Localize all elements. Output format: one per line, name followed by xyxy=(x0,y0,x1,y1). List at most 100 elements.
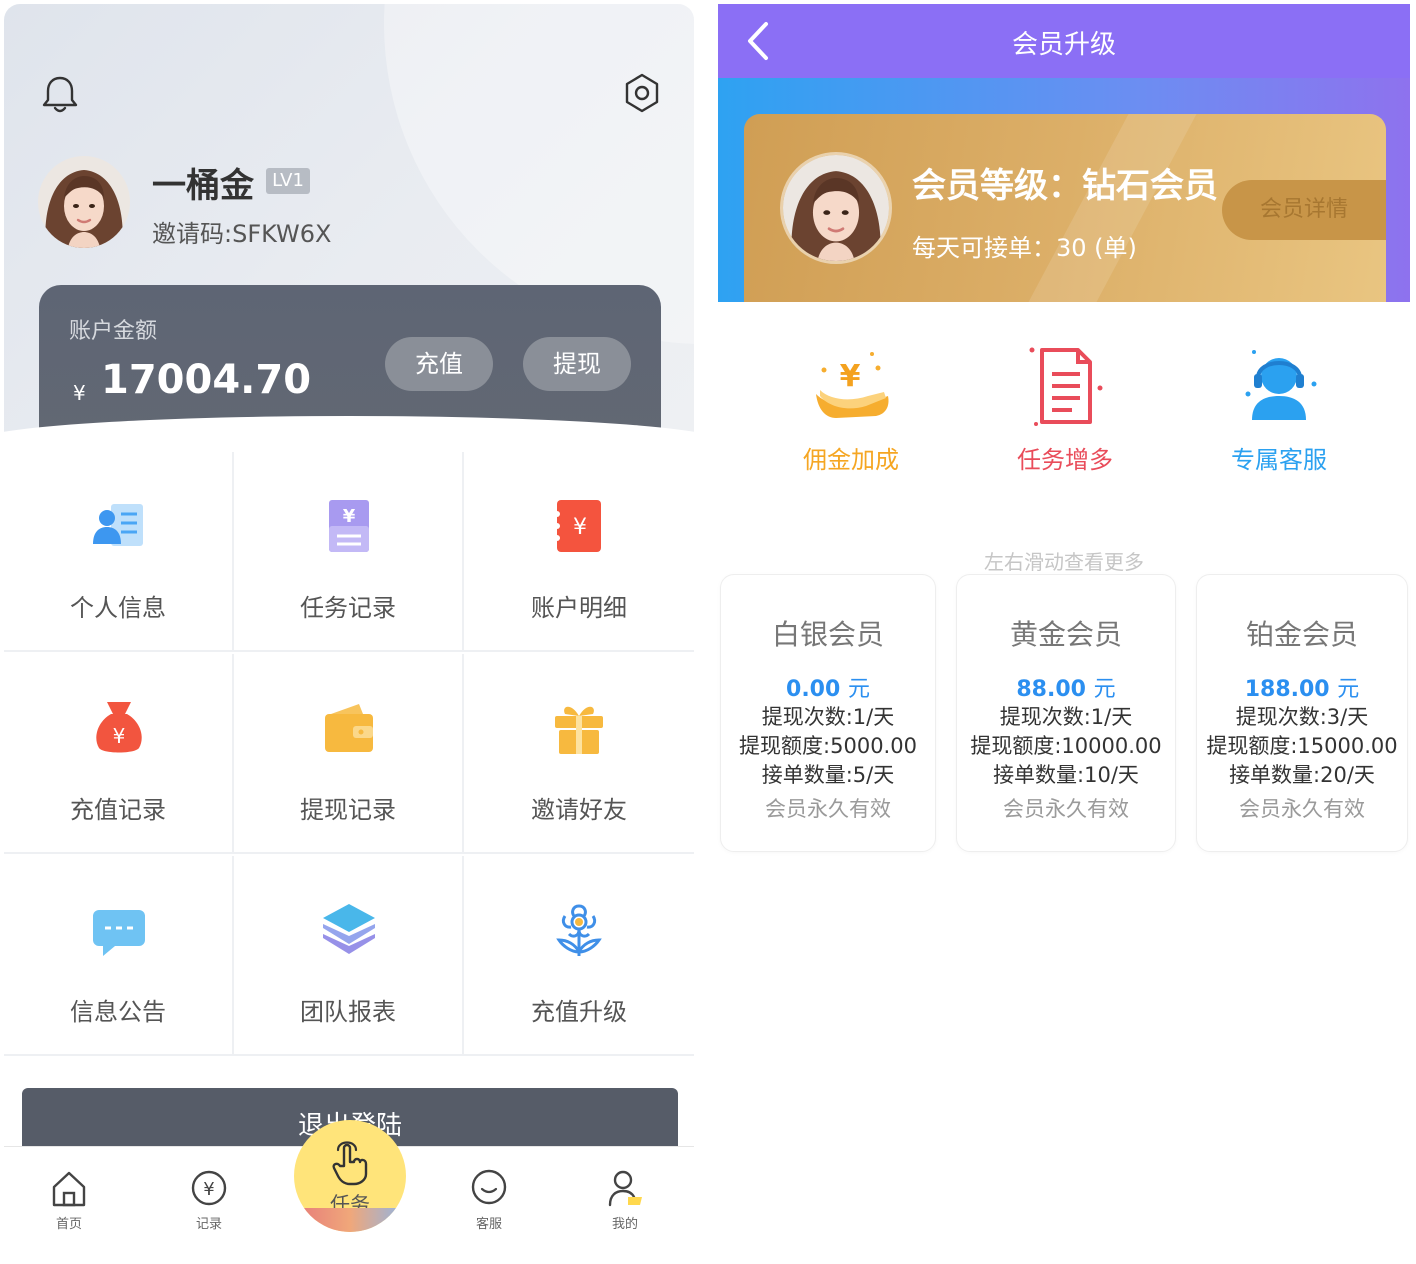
svg-text:¥: ¥ xyxy=(113,724,126,748)
plan-withdraw-limit: 提现额度:10000.00 xyxy=(970,734,1162,758)
vip-daily-orders: 每天可接单：30 (单) xyxy=(912,234,1137,262)
menu-item-recharge-upgrade[interactable]: 充值升级 xyxy=(464,856,694,1056)
level-badge: LV1 xyxy=(266,168,310,194)
svg-text:¥: ¥ xyxy=(203,1179,214,1200)
menu-item-recharge-record[interactable]: ¥ 充值记录 xyxy=(4,654,234,854)
plan-card-gold[interactable]: 黄金会员 88.00 元 提现次数:1/天 提现额度:10000.00 接单数量… xyxy=(956,574,1176,852)
layers-icon xyxy=(323,904,375,954)
headset-icon xyxy=(1245,350,1317,420)
nav-bar: 会员升级 xyxy=(718,4,1410,78)
page-title: 会员升级 xyxy=(1011,30,1116,60)
svg-text:¥: ¥ xyxy=(573,515,587,540)
avatar xyxy=(780,152,892,264)
document-icon xyxy=(1029,347,1103,426)
tab-task[interactable]: 任务 xyxy=(294,1120,406,1232)
plan-withdraw-times: 提现次数:1/天 xyxy=(999,705,1133,729)
task-record-icon: ¥ xyxy=(329,500,369,552)
plan-validity: 会员永久有效 xyxy=(765,797,891,821)
menu-label: 充值升级 xyxy=(531,998,627,1026)
menu-item-announcements[interactable]: 信息公告 xyxy=(4,856,234,1056)
gift-icon xyxy=(555,706,603,754)
bell-icon[interactable] xyxy=(40,74,80,116)
vip-card: 会员等级：钻石会员 每天可接单：30 (单) 会员详情 xyxy=(744,114,1386,302)
withdraw-button[interactable]: 提现 xyxy=(523,337,631,391)
plan-order-count: 接单数量:10/天 xyxy=(993,763,1139,787)
plan-validity: 会员永久有效 xyxy=(1239,797,1365,821)
menu-label: 邀请好友 xyxy=(531,796,627,824)
plan-order-count: 接单数量:20/天 xyxy=(1229,763,1375,787)
svg-text:¥: ¥ xyxy=(343,506,356,527)
avatar[interactable] xyxy=(38,156,130,248)
balance-amount: 17004.70 xyxy=(101,357,312,403)
invite-code: 邀请码:SFKW6X xyxy=(152,220,332,248)
tab-mine[interactable]: 我的 xyxy=(590,1167,660,1232)
home-icon xyxy=(52,1171,86,1207)
tab-records[interactable]: ¥ 记录 xyxy=(174,1167,244,1232)
benefit-label: 任务增多 xyxy=(1017,446,1113,474)
swipe-hint: 左右滑动查看更多 xyxy=(984,550,1144,574)
commission-icon: ¥ xyxy=(816,352,889,418)
plan-name: 黄金会员 xyxy=(1009,618,1122,651)
plan-price: 0.00 元 xyxy=(786,677,870,702)
benefit-commission: ¥ 佣金加成 xyxy=(766,344,936,475)
plan-card-platinum[interactable]: 铂金会员 188.00 元 提现次数:3/天 提现额度:15000.00 接单数… xyxy=(1196,574,1408,852)
currency-symbol: ¥ xyxy=(73,381,86,405)
menu-item-team-report[interactable]: 团队报表 xyxy=(234,856,464,1056)
tab-home[interactable]: 首页 xyxy=(34,1167,104,1232)
svg-text:¥: ¥ xyxy=(840,359,861,394)
plan-withdraw-times: 提现次数:1/天 xyxy=(761,705,895,729)
menu-item-task-record[interactable]: ¥ 任务记录 xyxy=(234,452,464,652)
menu-label: 任务记录 xyxy=(300,594,396,622)
menu-label: 提现记录 xyxy=(300,796,396,824)
menu-item-profile[interactable]: 个人信息 xyxy=(4,452,234,652)
benefit-label: 专属客服 xyxy=(1231,446,1327,474)
settings-icon[interactable] xyxy=(622,72,662,114)
plan-withdraw-times: 提现次数:3/天 xyxy=(1235,705,1369,729)
tab-label: 我的 xyxy=(611,1217,638,1232)
tab-label: 首页 xyxy=(55,1217,82,1232)
tab-label: 记录 xyxy=(195,1217,222,1232)
recharge-button[interactable]: 充值 xyxy=(385,337,493,391)
plan-price: 188.00 元 xyxy=(1244,677,1360,702)
plan-validity: 会员永久有效 xyxy=(1003,797,1129,821)
menu-item-account-detail[interactable]: ¥ 账户明细 xyxy=(464,452,694,652)
menu-label: 团队报表 xyxy=(300,998,396,1026)
flower-icon xyxy=(556,904,602,956)
menu-grid: 个人信息 ¥ 任务记录 ¥ 账户明细 ¥ 充值记录 提现记录 邀请好友 信息公告… xyxy=(4,452,694,1056)
menu-label: 充值记录 xyxy=(70,796,166,824)
plan-card-silver[interactable]: 白银会员 0.00 元 提现次数:1/天 提现额度:5000.00 接单数量:5… xyxy=(720,574,936,852)
plan-name: 铂金会员 xyxy=(1245,618,1358,651)
member-upgrade-screen: 会员升级 会员等级：钻石会员 每天可接单：30 (单) 会员详情 ¥ 佣金加成 … xyxy=(718,4,1410,1260)
card-sheen xyxy=(1007,114,1201,302)
menu-label: 账户明细 xyxy=(531,594,627,622)
plan-name: 白银会员 xyxy=(771,618,884,651)
tab-decoration xyxy=(294,1208,406,1232)
chat-icon xyxy=(471,1169,507,1205)
profile-screen: 一桶金 LV1 邀请码:SFKW6X 账户金额 ¥ 17004.70 充值 提现… xyxy=(4,4,694,1260)
plan-order-count: 接单数量:5/天 xyxy=(761,763,895,787)
menu-label: 信息公告 xyxy=(70,998,166,1026)
benefit-more-tasks: 任务增多 xyxy=(980,344,1150,475)
plan-price: 88.00 元 xyxy=(1016,677,1116,702)
plan-withdraw-limit: 提现额度:5000.00 xyxy=(739,734,917,758)
profile-card-icon xyxy=(93,504,143,546)
tab-service[interactable]: 客服 xyxy=(454,1167,524,1232)
tab-label: 客服 xyxy=(475,1217,502,1232)
tap-hand-icon xyxy=(332,1141,368,1186)
member-detail-button[interactable]: 会员详情 xyxy=(1222,180,1386,240)
user-icon xyxy=(608,1170,642,1207)
account-detail-icon: ¥ xyxy=(554,500,601,552)
menu-item-invite-friends[interactable]: 邀请好友 xyxy=(464,654,694,854)
chat-bubble-icon xyxy=(93,910,145,956)
benefit-label: 佣金加成 xyxy=(803,446,899,474)
menu-item-withdraw-record[interactable]: 提现记录 xyxy=(234,654,464,854)
vip-level: 会员等级：钻石会员 xyxy=(912,166,1218,206)
currency-circle-icon: ¥ xyxy=(191,1170,227,1206)
benefit-exclusive-service: 专属客服 xyxy=(1194,344,1364,475)
username: 一桶金 xyxy=(152,166,254,206)
plan-withdraw-limit: 提现额度:15000.00 xyxy=(1206,734,1398,758)
money-bag-icon: ¥ xyxy=(96,702,142,753)
wallet-icon xyxy=(325,704,373,752)
menu-label: 个人信息 xyxy=(70,594,166,622)
balance-label: 账户金额 xyxy=(69,319,158,344)
